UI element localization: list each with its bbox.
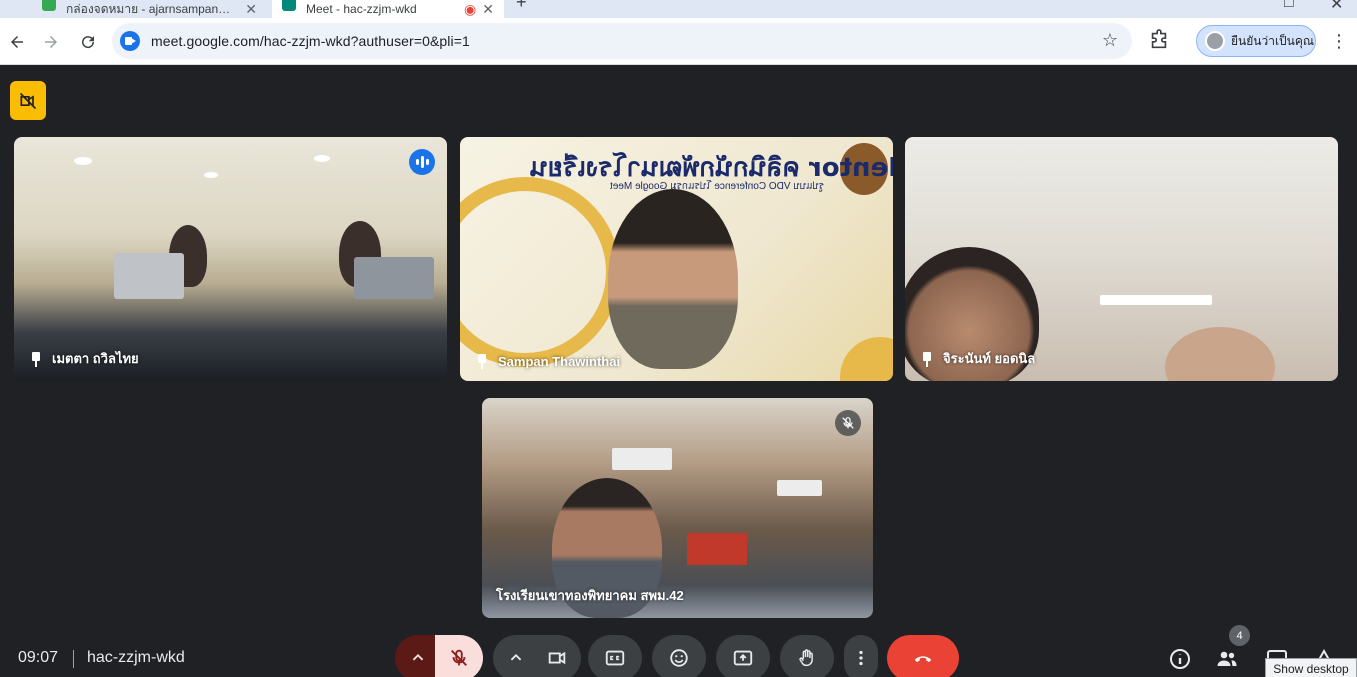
participant-name-text: เมตตา ถวิลไทย [52, 351, 139, 366]
end-call-icon [914, 656, 932, 663]
meet-icon [282, 0, 296, 11]
hand-blur [1165, 327, 1275, 381]
tab-gmail[interactable]: กล่องจดหมาย - ajarnsampan@gm ✕ [32, 0, 267, 18]
tab-meet[interactable]: Meet - hac-zzjm-wkd ◉ ✕ [272, 0, 504, 18]
reload-icon[interactable] [76, 30, 100, 54]
emoji-icon [670, 649, 688, 667]
camera-icon [548, 651, 566, 665]
camera-button[interactable] [533, 635, 581, 677]
speaking-indicator-icon [409, 149, 435, 175]
ceiling-light [314, 155, 330, 162]
reactions-button[interactable] [652, 635, 706, 677]
participant-name: โรงเรียนเขาทองพิทยาคม สพม.42 [496, 585, 684, 606]
maximize-icon[interactable]: □ [1284, 0, 1294, 12]
pin-icon[interactable] [28, 351, 44, 367]
participant-tile[interactable]: QA Mentor คลินิกนักพัฒนาโรงเรียน รูปแบบ … [460, 137, 893, 381]
profile-label: ยืนยันว่าเป็นคุณ [1231, 33, 1315, 48]
mic-off-icon [842, 417, 854, 429]
captions-icon [605, 650, 625, 666]
present-screen-icon [733, 650, 753, 666]
avatar [1205, 31, 1225, 51]
divider [73, 650, 74, 668]
microphone-button[interactable] [435, 635, 483, 677]
new-tab-button[interactable]: + [516, 0, 527, 13]
participant-name-text: จิระนันท์ ยอดนิล [943, 351, 1036, 366]
participant-tile[interactable]: จิระนันท์ ยอดนิล [905, 137, 1338, 381]
raise-hand-button[interactable] [780, 635, 834, 677]
show-desktop-tooltip: Show desktop [1265, 658, 1357, 677]
camera-off-icon [19, 92, 37, 109]
slide-circle [840, 337, 893, 381]
tab-label: กล่องจดหมาย - ajarnsampan@gm [66, 1, 240, 16]
participant-name-text: Sampan Thawinthai [498, 353, 621, 369]
laptop [114, 253, 184, 299]
back-icon[interactable] [5, 30, 29, 54]
chevron-up-icon [510, 653, 522, 661]
participant-name: เมตตา ถวิลไทย [28, 348, 139, 369]
air-conditioner [612, 448, 672, 470]
ceiling-light [1100, 295, 1212, 305]
close-tab-icon[interactable]: ✕ [245, 0, 257, 18]
gmail-icon [42, 0, 56, 11]
boxes [687, 533, 747, 565]
laptop [354, 257, 434, 299]
meeting-code: hac-zzjm-wkd [87, 649, 185, 666]
participant-tile[interactable]: เมตตา ถวิลไทย [14, 137, 447, 381]
more-options-button[interactable] [844, 635, 878, 677]
air-conditioner [777, 480, 822, 496]
meet-stage: เมตตา ถวิลไทย QA Mentor คลินิกนักพัฒนาโร… [0, 65, 1357, 677]
close-tab-icon[interactable]: ✕ [482, 0, 494, 18]
mic-off-icon [451, 649, 467, 666]
slide-ring [460, 177, 620, 367]
slide-subtitle: รูปแบบ VDO Conference โปรแกรม Google Mee… [610, 181, 825, 192]
meeting-details-icon[interactable] [1168, 647, 1192, 671]
bookmark-star-icon[interactable]: ☆ [1102, 30, 1118, 51]
captions-button[interactable] [588, 635, 642, 677]
pin-icon[interactable] [474, 353, 490, 369]
participant-name: จิระนันท์ ยอดนิล [919, 348, 1035, 369]
url-text[interactable]: meet.google.com/hac-zzjm-wkd?authuser=0&… [151, 33, 470, 49]
tab-strip: กล่องจดหมาย - ajarnsampan@gm ✕ Meet - ha… [0, 0, 1357, 18]
camera-off-indicator[interactable] [10, 81, 46, 120]
leave-call-button[interactable] [887, 635, 959, 677]
extensions-icon[interactable] [1148, 29, 1170, 51]
chevron-up-icon [412, 653, 424, 661]
meet-site-icon[interactable] [120, 31, 140, 51]
forward-icon[interactable] [39, 30, 63, 54]
browser-menu-icon[interactable]: ⋮ [1330, 31, 1348, 52]
profile-chip[interactable]: ยืนยันว่าเป็นคุณ [1196, 25, 1316, 57]
more-vert-icon [859, 650, 863, 666]
present-button[interactable] [716, 635, 770, 677]
pin-icon[interactable] [919, 351, 935, 367]
person-figure [608, 189, 738, 369]
recording-icon: ◉ [464, 0, 477, 17]
ceiling-light [204, 172, 218, 178]
tab-label: Meet - hac-zzjm-wkd [306, 2, 417, 16]
participants-count-badge: 4 [1229, 625, 1250, 646]
hand-icon [799, 649, 813, 667]
browser-toolbar: meet.google.com/hac-zzjm-wkd?authuser=0&… [0, 18, 1357, 65]
close-window-icon[interactable]: ✕ [1330, 0, 1343, 14]
meet-controls: 09:07 hac-zzjm-wkd 4 Show desktop [0, 625, 1357, 677]
address-bar[interactable]: meet.google.com/hac-zzjm-wkd?authuser=0&… [112, 23, 1132, 59]
participant-name: Sampan Thawinthai [474, 353, 620, 369]
people-icon[interactable] [1215, 647, 1239, 671]
participant-name-text: โรงเรียนเขาทองพิทยาคม สพม.42 [496, 588, 684, 603]
ceiling-light [74, 157, 92, 165]
participant-tile[interactable]: โรงเรียนเขาทองพิทยาคม สพม.42 [482, 398, 873, 618]
muted-badge [835, 410, 861, 436]
clock: 09:07 [18, 649, 59, 666]
